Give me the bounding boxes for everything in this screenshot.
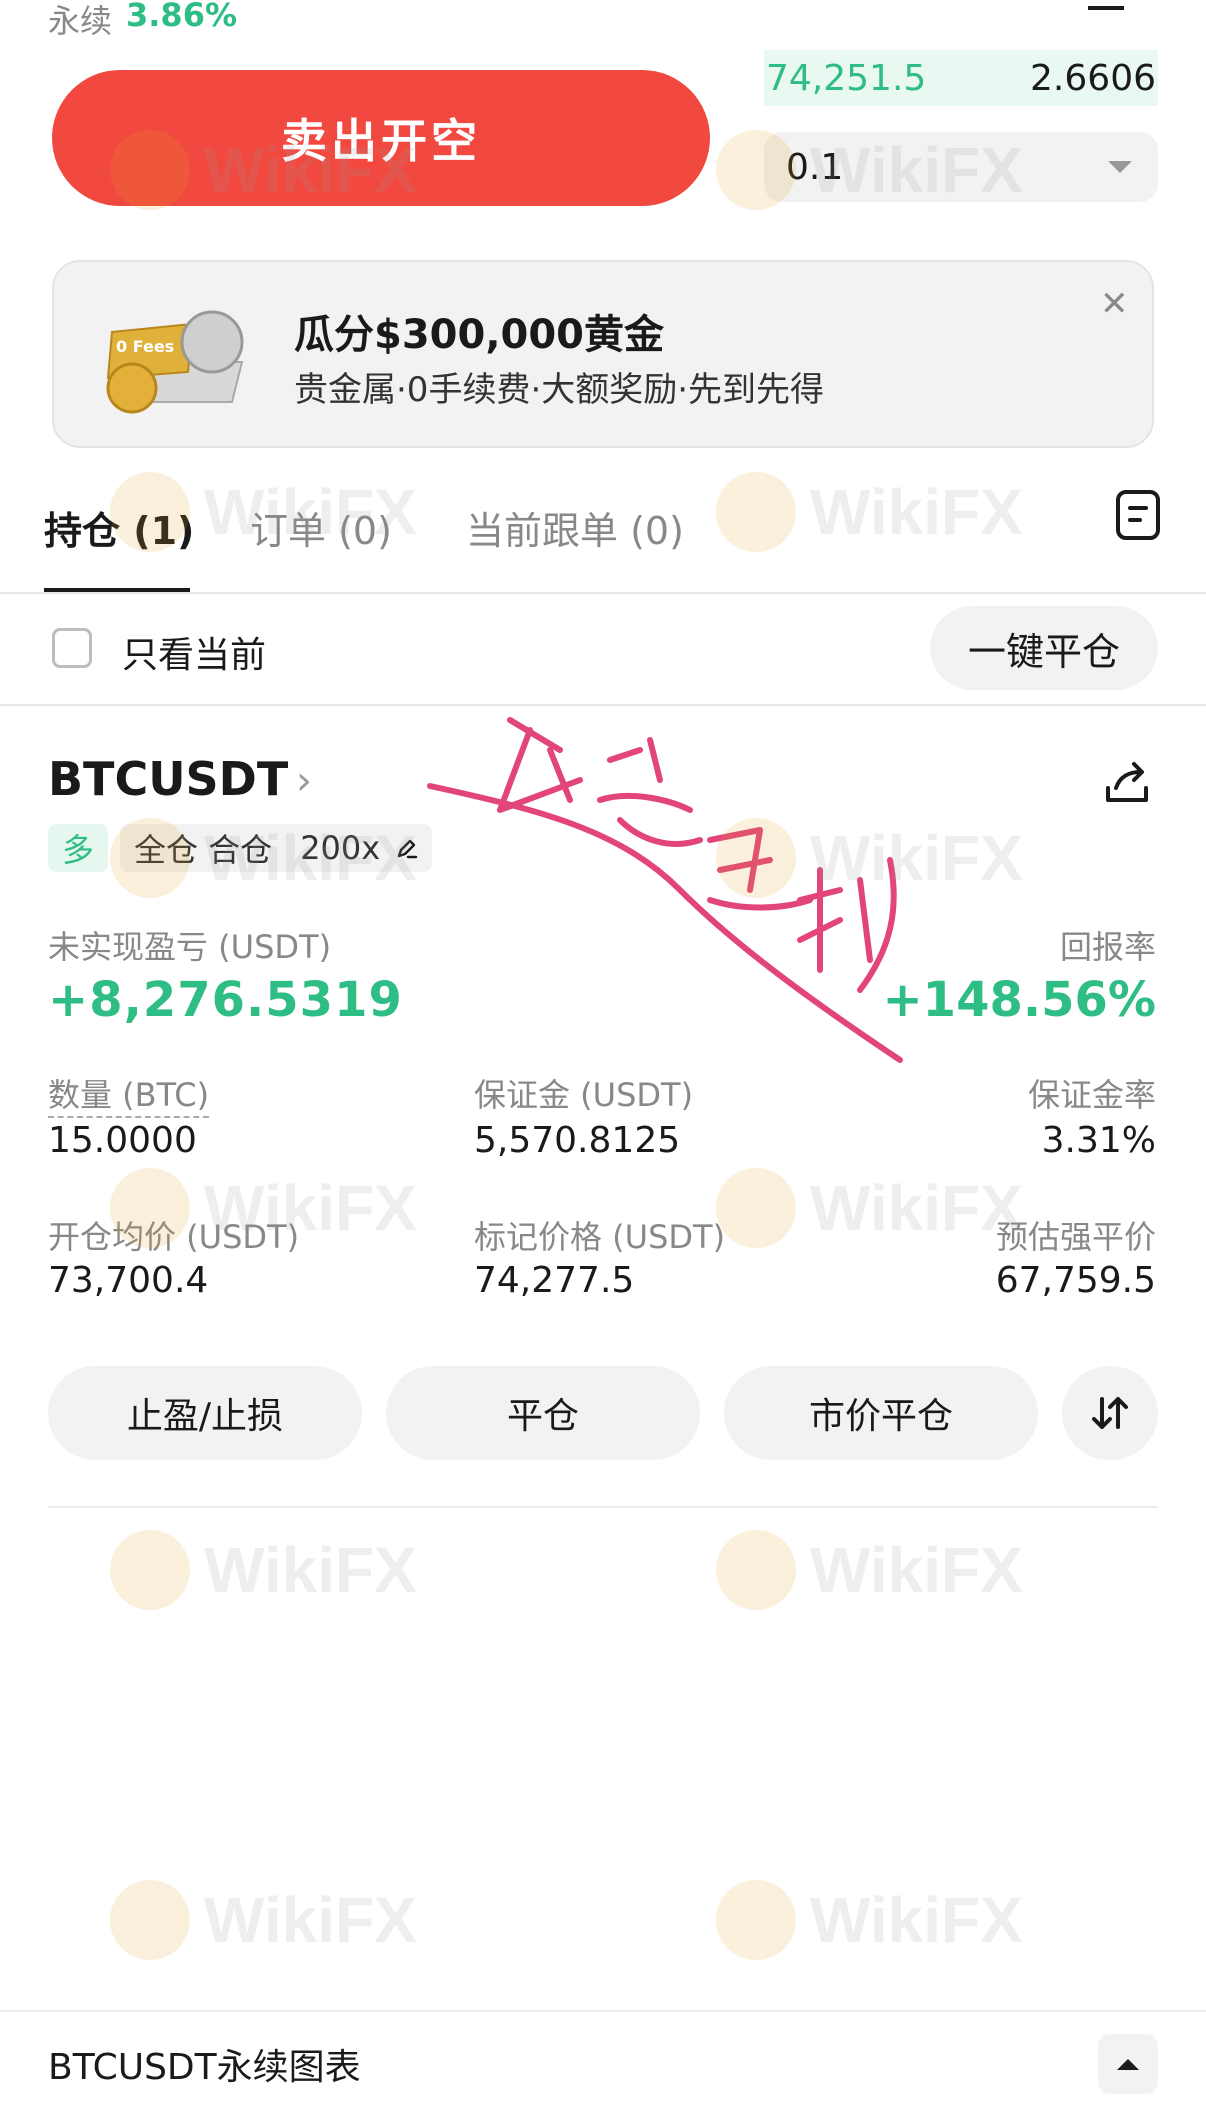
entry-price-label: 开仓均价 (USDT) — [48, 1218, 300, 1256]
expand-chart-button[interactable] — [1098, 2034, 1158, 2094]
chevron-up-icon — [1117, 2058, 1139, 2070]
perpetual-label: 永续 — [48, 2, 113, 40]
orderbook-price: 74,251.5 — [766, 57, 927, 99]
chart-drawer-bar[interactable]: BTCUSDT永续图表 — [0, 2010, 1206, 2112]
menu-icon[interactable] — [1088, 0, 1124, 10]
close-all-button[interactable]: 一键平仓 — [930, 606, 1158, 690]
promo-subtitle: 贵金属·0手续费·大额奖励·先到先得 — [294, 370, 825, 410]
liquidation-price-label: 预估强平价 — [995, 1218, 1156, 1256]
unrealized-pnl-label: 未实现盈亏 (USDT) — [48, 928, 332, 966]
watermark: WikiFX — [110, 1880, 417, 1960]
reverse-position-button[interactable] — [1062, 1366, 1158, 1460]
watermark: WikiFX — [716, 1880, 1023, 1960]
chevron-down-icon — [1108, 161, 1132, 173]
promo-banner[interactable]: 0 Fees 瓜分$300,000黄金 贵金属·0手续费·大额奖励·先到先得 ✕ — [52, 260, 1154, 448]
pencil-icon[interactable] — [396, 837, 418, 859]
only-current-label: 只看当前 — [122, 635, 267, 676]
orderbook-row[interactable]: 74,251.5 2.6606 — [764, 50, 1158, 106]
mark-price-value: 74,277.5 — [474, 1260, 635, 1301]
position-tabs: 持仓 (1) 订单 (0) 当前跟单 (0) — [0, 490, 1206, 594]
quantity-select[interactable]: 0.1 — [764, 132, 1158, 202]
chevron-right-icon[interactable]: › — [296, 758, 312, 804]
liquidation-price-value: 67,759.5 — [995, 1260, 1156, 1301]
watermark: WikiFX — [110, 1530, 417, 1610]
tab-positions[interactable]: 持仓 (1) — [44, 500, 194, 555]
active-tab-indicator — [44, 588, 190, 592]
margin-ratio-value: 3.31% — [1041, 1120, 1156, 1161]
watermark-logo-icon — [110, 1530, 190, 1610]
quantity-value: 0.1 — [786, 146, 844, 188]
margin-ratio-label: 保证金率 — [1027, 1076, 1156, 1114]
funding-rate: 3.86% — [126, 0, 238, 34]
margin-value: 5,570.8125 — [474, 1120, 681, 1161]
watermark-logo-icon — [716, 1880, 796, 1960]
close-position-button[interactable]: 平仓 — [386, 1366, 700, 1460]
share-icon[interactable] — [1102, 758, 1152, 808]
handwritten-annotation — [427, 717, 903, 1063]
watermark-logo-icon — [716, 1530, 796, 1610]
tab-orders[interactable]: 订单 (0) — [250, 500, 392, 555]
watermark-logo-icon — [110, 1880, 190, 1960]
tp-sl-button[interactable]: 止盈/止损 — [48, 1366, 362, 1460]
watermark: WikiFX — [716, 1530, 1023, 1610]
quantity-label[interactable]: 数量 (BTC) — [48, 1070, 210, 1118]
margin-mode-text: 全仓 合仓 — [134, 831, 273, 869]
unrealized-pnl-value: +8,276.5319 — [48, 972, 403, 1028]
promo-title: 瓜分$300,000黄金 — [294, 312, 665, 358]
market-close-button[interactable]: 市价平仓 — [724, 1366, 1038, 1460]
long-side-tag: 多 — [48, 824, 108, 872]
gold-bars-icon: 0 Fees — [106, 310, 244, 414]
quantity-value: 15.0000 — [48, 1120, 197, 1161]
document-icon[interactable] — [1116, 490, 1160, 540]
tab-copy-trading[interactable]: 当前跟单 (0) — [466, 500, 684, 555]
promo-art-text: 0 Fees — [116, 337, 174, 356]
swap-arrows-icon — [1092, 1397, 1128, 1429]
margin-mode-tag[interactable]: 全仓 合仓 200x — [120, 824, 433, 872]
orderbook-quantity: 2.6606 — [1030, 57, 1156, 99]
mark-price-label: 标记价格 (USDT) — [474, 1218, 726, 1256]
chart-drawer-title: BTCUSDT永续图表 — [48, 2047, 361, 2088]
position-symbol[interactable]: BTCUSDT — [48, 752, 288, 806]
entry-price-value: 73,700.4 — [48, 1260, 209, 1301]
leverage-value: 200x — [300, 829, 381, 867]
only-current-checkbox[interactable] — [52, 628, 92, 668]
roi-label: 回报率 — [1059, 928, 1156, 966]
sell-open-short-button[interactable]: 卖出开空 — [52, 70, 710, 206]
watermark-logo-icon — [716, 1168, 796, 1248]
watermark: WikiFX — [716, 1168, 1023, 1248]
divider — [48, 1506, 1158, 1508]
close-icon[interactable]: ✕ — [1100, 284, 1129, 324]
